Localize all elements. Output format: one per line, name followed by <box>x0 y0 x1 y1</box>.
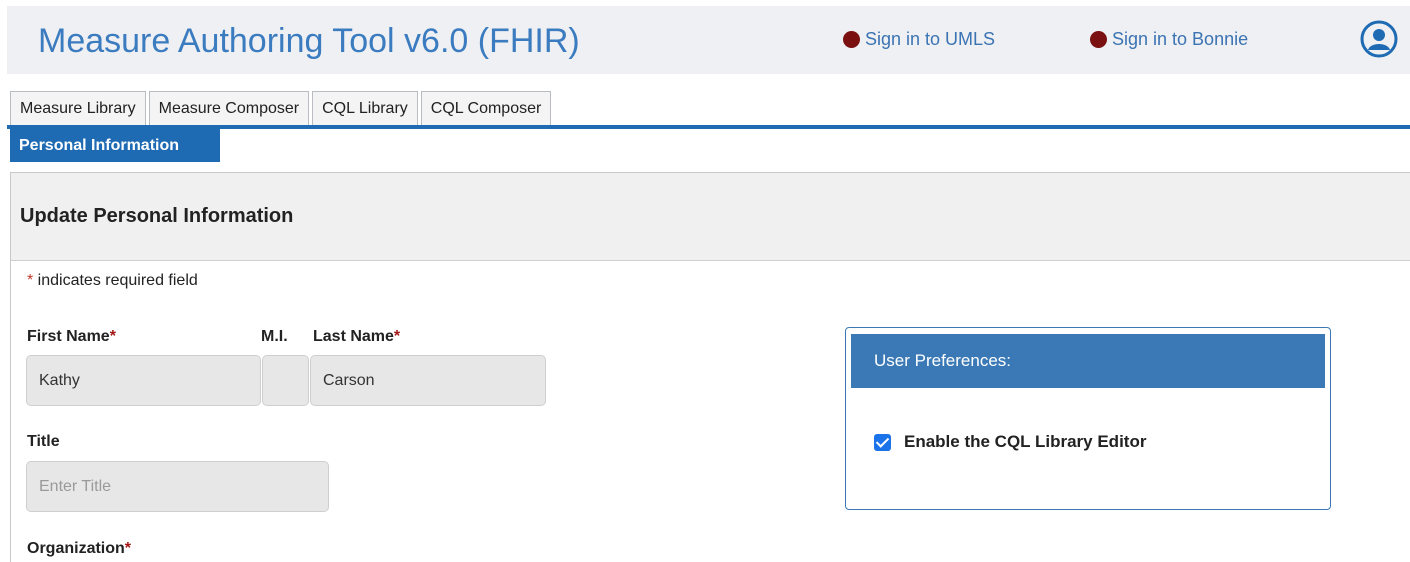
main-tabs: Measure Library Measure Composer CQL Lib… <box>10 91 554 125</box>
last-name-field[interactable]: Carson <box>310 355 546 406</box>
title-field[interactable]: Enter Title <box>26 461 329 512</box>
required-note-text: indicates required field <box>33 272 198 289</box>
tab-cql-library[interactable]: CQL Library <box>312 91 418 125</box>
organization-label: Organization* <box>27 540 132 557</box>
middle-initial-label: M.I. <box>261 328 288 345</box>
user-preferences-panel: User Preferences: Enable the CQL Library… <box>845 327 1331 510</box>
sign-in-bonnie-label: Sign in to Bonnie <box>1112 29 1249 49</box>
last-name-label: Last Name* <box>313 328 401 345</box>
enable-cql-editor-checkbox[interactable] <box>874 433 891 451</box>
required-field-note: * indicates required field <box>27 272 198 290</box>
first-name-field[interactable]: Kathy <box>26 355 261 406</box>
first-name-label: First Name* <box>27 328 116 345</box>
user-preferences-heading: User Preferences: <box>851 334 1325 388</box>
sign-in-bonnie-link[interactable]: Sign in to Bonnie <box>1090 29 1248 50</box>
tab-personal-information[interactable]: Personal Information <box>10 129 220 162</box>
personal-info-panel: Update Personal Information * indicates … <box>10 172 1410 562</box>
panel-header: Update Personal Information <box>11 173 1410 261</box>
tab-measure-library[interactable]: Measure Library <box>10 91 146 125</box>
middle-initial-field[interactable] <box>262 355 309 406</box>
enable-cql-editor-option[interactable]: Enable the CQL Library Editor <box>874 432 1146 452</box>
page-title: Update Personal Information <box>20 205 294 227</box>
app-header: Measure Authoring Tool v6.0 (FHIR) Sign … <box>0 0 1410 74</box>
sign-in-umls-link[interactable]: Sign in to UMLS <box>843 29 995 50</box>
title-label: Title <box>27 433 60 450</box>
enable-cql-editor-label: Enable the CQL Library Editor <box>904 432 1147 451</box>
app-title: Measure Authoring Tool v6.0 (FHIR) <box>38 22 580 60</box>
status-dot-icon <box>1090 31 1107 48</box>
sign-in-umls-label: Sign in to UMLS <box>865 29 996 49</box>
tab-measure-composer[interactable]: Measure Composer <box>148 91 310 125</box>
status-dot-icon <box>843 31 860 48</box>
user-account-icon[interactable] <box>1360 20 1398 58</box>
tab-cql-composer[interactable]: CQL Composer <box>420 91 552 125</box>
